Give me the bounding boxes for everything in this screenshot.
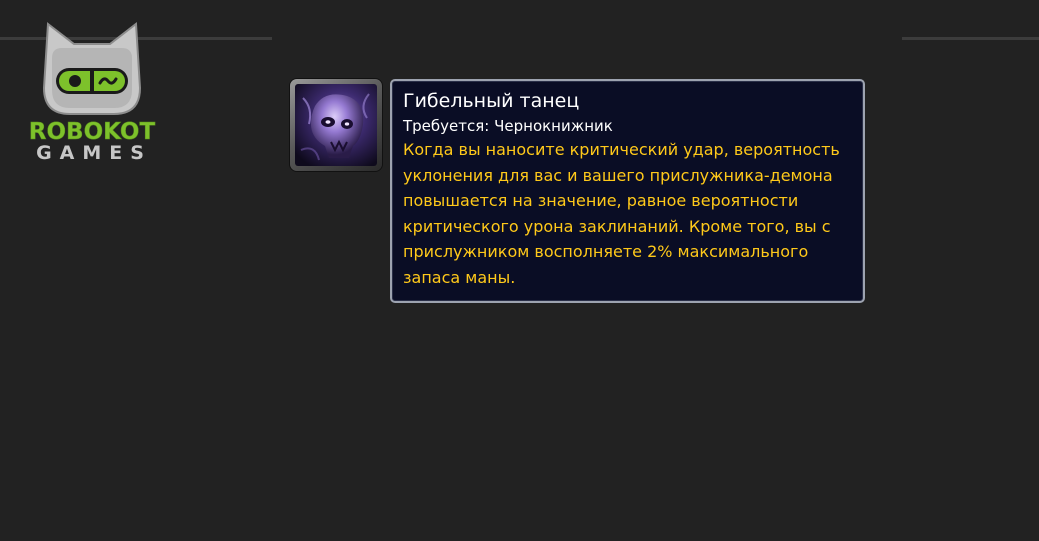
demon-skull-spell-icon [295, 84, 377, 166]
divider-line-right [902, 37, 1039, 40]
spell-requirement: Требуется: Чернокнижник [403, 117, 613, 135]
spell-title: Гибельный танец [403, 90, 580, 112]
spell-description: Когда вы наносите критический удар, веро… [403, 140, 840, 287]
robokot-logo: ROBOKOT GAMES [22, 18, 162, 168]
logo-text-robokot: ROBOKOT [28, 119, 156, 145]
robot-cat-head-icon [42, 22, 142, 115]
spell-tooltip: Гибельный танец Требуется: Чернокнижник … [390, 79, 865, 303]
spell-icon-frame[interactable] [290, 79, 382, 171]
logo-text-games: GAMES [36, 142, 152, 164]
